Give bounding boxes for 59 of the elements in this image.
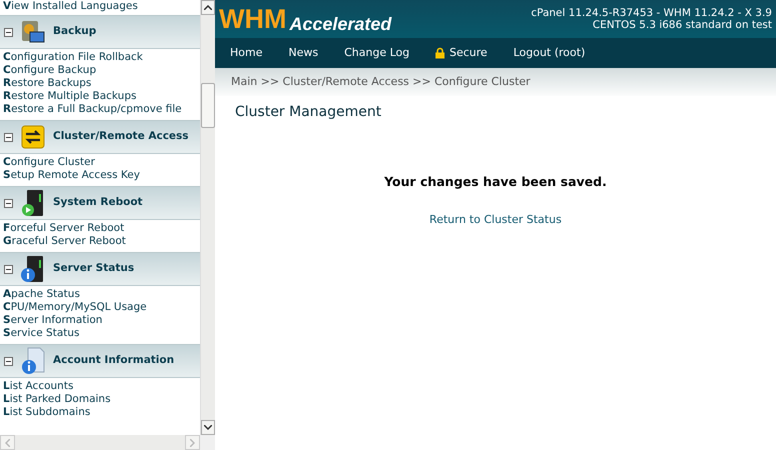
caret-left-icon — [5, 438, 10, 446]
section-title: Backup — [53, 24, 96, 40]
sidebar-link[interactable]: Configure Cluster — [0, 156, 200, 169]
sidebar-link[interactable]: Graceful Server Reboot — [0, 235, 200, 248]
backup-drive-icon — [20, 19, 46, 45]
vertical-scrollbar[interactable] — [200, 0, 215, 435]
sidebar-link[interactable]: CPU/Memory/MySQL Usage — [0, 301, 200, 314]
return-link[interactable]: Return to Cluster Status — [429, 212, 562, 228]
collapse-icon[interactable] — [4, 356, 13, 366]
section-title: Cluster/Remote Access — [53, 129, 189, 144]
nav-link[interactable]: Change Log — [344, 44, 410, 62]
version-text: CENTOS 5.3 i686 standard on test — [592, 19, 772, 31]
version-text: cPanel 11.24.5-R37453 - WHM 11.24.2 - X 3.9 — [531, 7, 772, 19]
sidebar-link[interactable]: Configure Backup — [0, 64, 200, 77]
section-title: System Reboot — [53, 195, 143, 210]
nav-link[interactable]: Secure — [435, 44, 488, 62]
sidebar-link[interactable]: Forceful Server Reboot — [0, 222, 200, 235]
collapse-icon[interactable] — [4, 132, 13, 142]
section-title: Server Status — [53, 261, 134, 276]
scroll-up-button[interactable] — [201, 0, 215, 15]
server-info-icon — [20, 255, 46, 283]
server-play-icon — [20, 189, 46, 217]
section-header[interactable]: Account Information — [0, 344, 200, 378]
section-header[interactable]: Server Status — [0, 252, 200, 286]
sidebar-link[interactable]: List Parked Domains — [0, 393, 200, 406]
logo-text: WHM — [219, 6, 286, 32]
lock-icon — [435, 47, 446, 59]
nav-link[interactable]: Home — [230, 44, 262, 62]
swap-arrows-icon — [21, 125, 45, 149]
caret-down-icon — [204, 425, 212, 430]
sidebar-link[interactable]: Server Information — [0, 314, 200, 327]
caret-right-icon — [190, 438, 195, 446]
sidebar-link[interactable]: Configuration File Rollback — [0, 51, 200, 64]
sidebar-link[interactable]: Service Status — [0, 327, 200, 340]
collapse-icon[interactable] — [4, 198, 13, 208]
document-info-icon — [20, 347, 46, 375]
scroll-thumb[interactable] — [201, 82, 215, 128]
section-header[interactable]: Backup — [0, 15, 200, 49]
nav-link[interactable]: Logout (root) — [513, 44, 586, 62]
sidebar-link[interactable]: Restore Backups — [0, 77, 200, 90]
collapse-icon[interactable] — [4, 28, 13, 36]
section-header[interactable]: Cluster/Remote Access — [0, 120, 200, 154]
page-title: Cluster Management — [234, 103, 382, 122]
section-header[interactable]: System Reboot — [0, 186, 200, 220]
sidebar-link[interactable]: Restore Multiple Backups — [0, 90, 200, 103]
sidebar-link[interactable]: List Accounts — [0, 380, 200, 393]
sidebar-link[interactable]: Restore a Full Backup/cpmove file — [0, 103, 200, 116]
sidebar-link[interactable]: Setup Remote Access Key — [0, 169, 200, 182]
logo-subtitle: Accelerated — [289, 14, 392, 32]
sidebar-link[interactable]: Apache Status — [0, 288, 200, 301]
sidebar-link[interactable]: View Installed Languages — [0, 0, 200, 13]
success-message: Your changes have been saved. — [384, 173, 607, 191]
breadcrumb: Main >> Cluster/Remote Access >> Configure Cluster — [231, 74, 530, 90]
section-title: Account Information — [53, 353, 174, 368]
nav-link[interactable]: News — [288, 44, 318, 62]
caret-up-icon — [204, 5, 212, 10]
sidebar-link[interactable]: List Subdomains — [0, 406, 200, 419]
scroll-down-button[interactable] — [201, 420, 215, 435]
collapse-icon[interactable] — [4, 264, 13, 274]
